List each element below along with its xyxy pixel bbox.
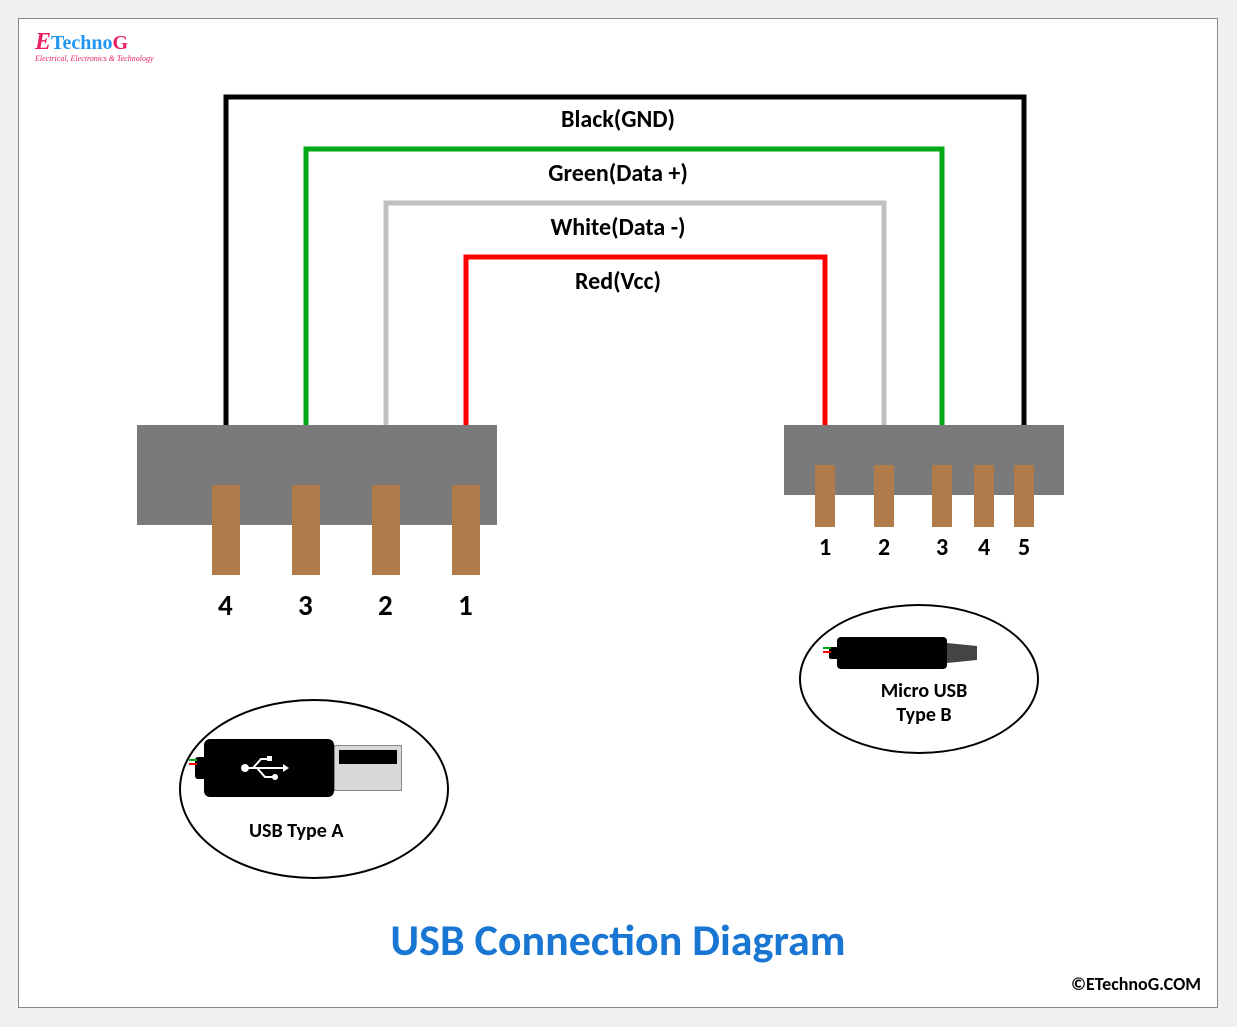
logo-techno: Techno [51, 32, 113, 54]
usb-a-wire-stub-red [189, 763, 197, 765]
usb-a-wire-stub-green [189, 759, 197, 761]
logo-letter-g: G [113, 32, 129, 54]
usb-a-pin-2 [372, 485, 400, 575]
micro-usb-pin-3 [932, 465, 952, 527]
micro-usb-wire-stub-green [823, 647, 831, 649]
usb-trident-icon [239, 754, 289, 782]
usb-a-pin-3 [292, 485, 320, 575]
logo-tagline: Electrical, Electronics & Technology [35, 54, 154, 63]
usb-a-plug-inner [339, 750, 397, 764]
usb-a-pin-label-1: 1 [458, 587, 473, 623]
micro-usb-metal-plug [947, 643, 977, 663]
micro-usb-wire-stub-red [823, 651, 831, 653]
usb-a-pin-1 [452, 485, 480, 575]
micro-usb-pin-4 [974, 465, 994, 527]
usb-a-pin-label-4: 4 [218, 587, 233, 623]
wire-label-black: Black(GND) [561, 105, 675, 134]
diagram-title: USB Connection Diagram [390, 913, 845, 967]
micro-usb-pin-label-1: 1 [819, 533, 831, 562]
diagram-canvas: ETechnoG Electrical, Electronics & Techn… [18, 18, 1218, 1008]
usb-a-pin-4 [212, 485, 240, 575]
micro-usb-pin-label-3: 3 [936, 533, 948, 562]
usb-a-pin-label-3: 3 [298, 587, 313, 623]
logo: ETechnoG Electrical, Electronics & Techn… [35, 29, 154, 63]
wire-label-green: Green(Data +) [548, 159, 688, 188]
micro-usb-pin-1 [815, 465, 835, 527]
micro-usb-pin-label-5: 5 [1018, 533, 1030, 562]
micro-usb-label: Micro USB Type B [864, 679, 984, 727]
wire-label-white: White(Data -) [550, 213, 685, 242]
logo-letter-e: E [35, 29, 51, 55]
copyright-text: ©ETechnoG.COM [1071, 973, 1201, 995]
logo-text: ETechnoG [35, 29, 154, 56]
micro-usb-pin-label-4: 4 [978, 533, 990, 562]
micro-usb-pin-2 [874, 465, 894, 527]
micro-usb-pin-5 [1014, 465, 1034, 527]
usb-a-pin-label-2: 2 [378, 587, 393, 623]
usb-type-a-label: USB Type A [249, 819, 343, 843]
micro-usb-pin-label-2: 2 [878, 533, 890, 562]
wire-label-red: Red(Vcc) [575, 267, 661, 296]
micro-usb-plug-body [837, 637, 947, 669]
